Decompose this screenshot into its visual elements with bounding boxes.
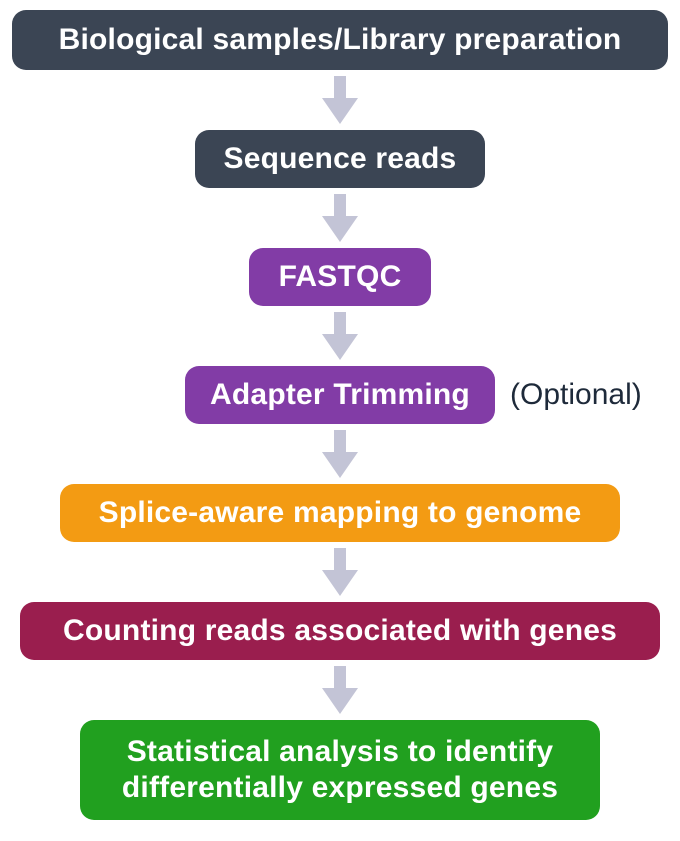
step-counting-reads: Counting reads associated with genes <box>20 602 660 660</box>
step-adapter-trimming: Adapter Trimming <box>185 366 495 424</box>
arrow-down-icon <box>320 194 360 242</box>
arrow-down-icon <box>320 548 360 596</box>
arrow-down-icon <box>320 76 360 124</box>
arrow-down-icon <box>320 666 360 714</box>
optional-annotation: (Optional) <box>510 378 642 412</box>
step-sequence-reads: Sequence reads <box>195 130 485 188</box>
step-fastqc: FASTQC <box>249 248 431 306</box>
step-splice-aware-mapping: Splice-aware mapping to genome <box>60 484 620 542</box>
step-biological-samples: Biological samples/Library preparation <box>12 10 668 70</box>
flowchart-canvas: Biological samples/Library preparation S… <box>0 0 680 841</box>
step-label: Biological samples/Library preparation <box>59 22 622 58</box>
step-label: Splice-aware mapping to genome <box>99 495 582 531</box>
step-label: Statistical analysis to identify differe… <box>102 734 578 806</box>
arrow-down-icon <box>320 312 360 360</box>
step-statistical-analysis: Statistical analysis to identify differe… <box>80 720 600 820</box>
step-label: FASTQC <box>279 259 402 295</box>
step-label: Counting reads associated with genes <box>63 613 617 649</box>
arrow-down-icon <box>320 430 360 478</box>
annotation-text: (Optional) <box>510 378 642 411</box>
step-label: Adapter Trimming <box>210 377 470 413</box>
step-label: Sequence reads <box>224 141 457 177</box>
